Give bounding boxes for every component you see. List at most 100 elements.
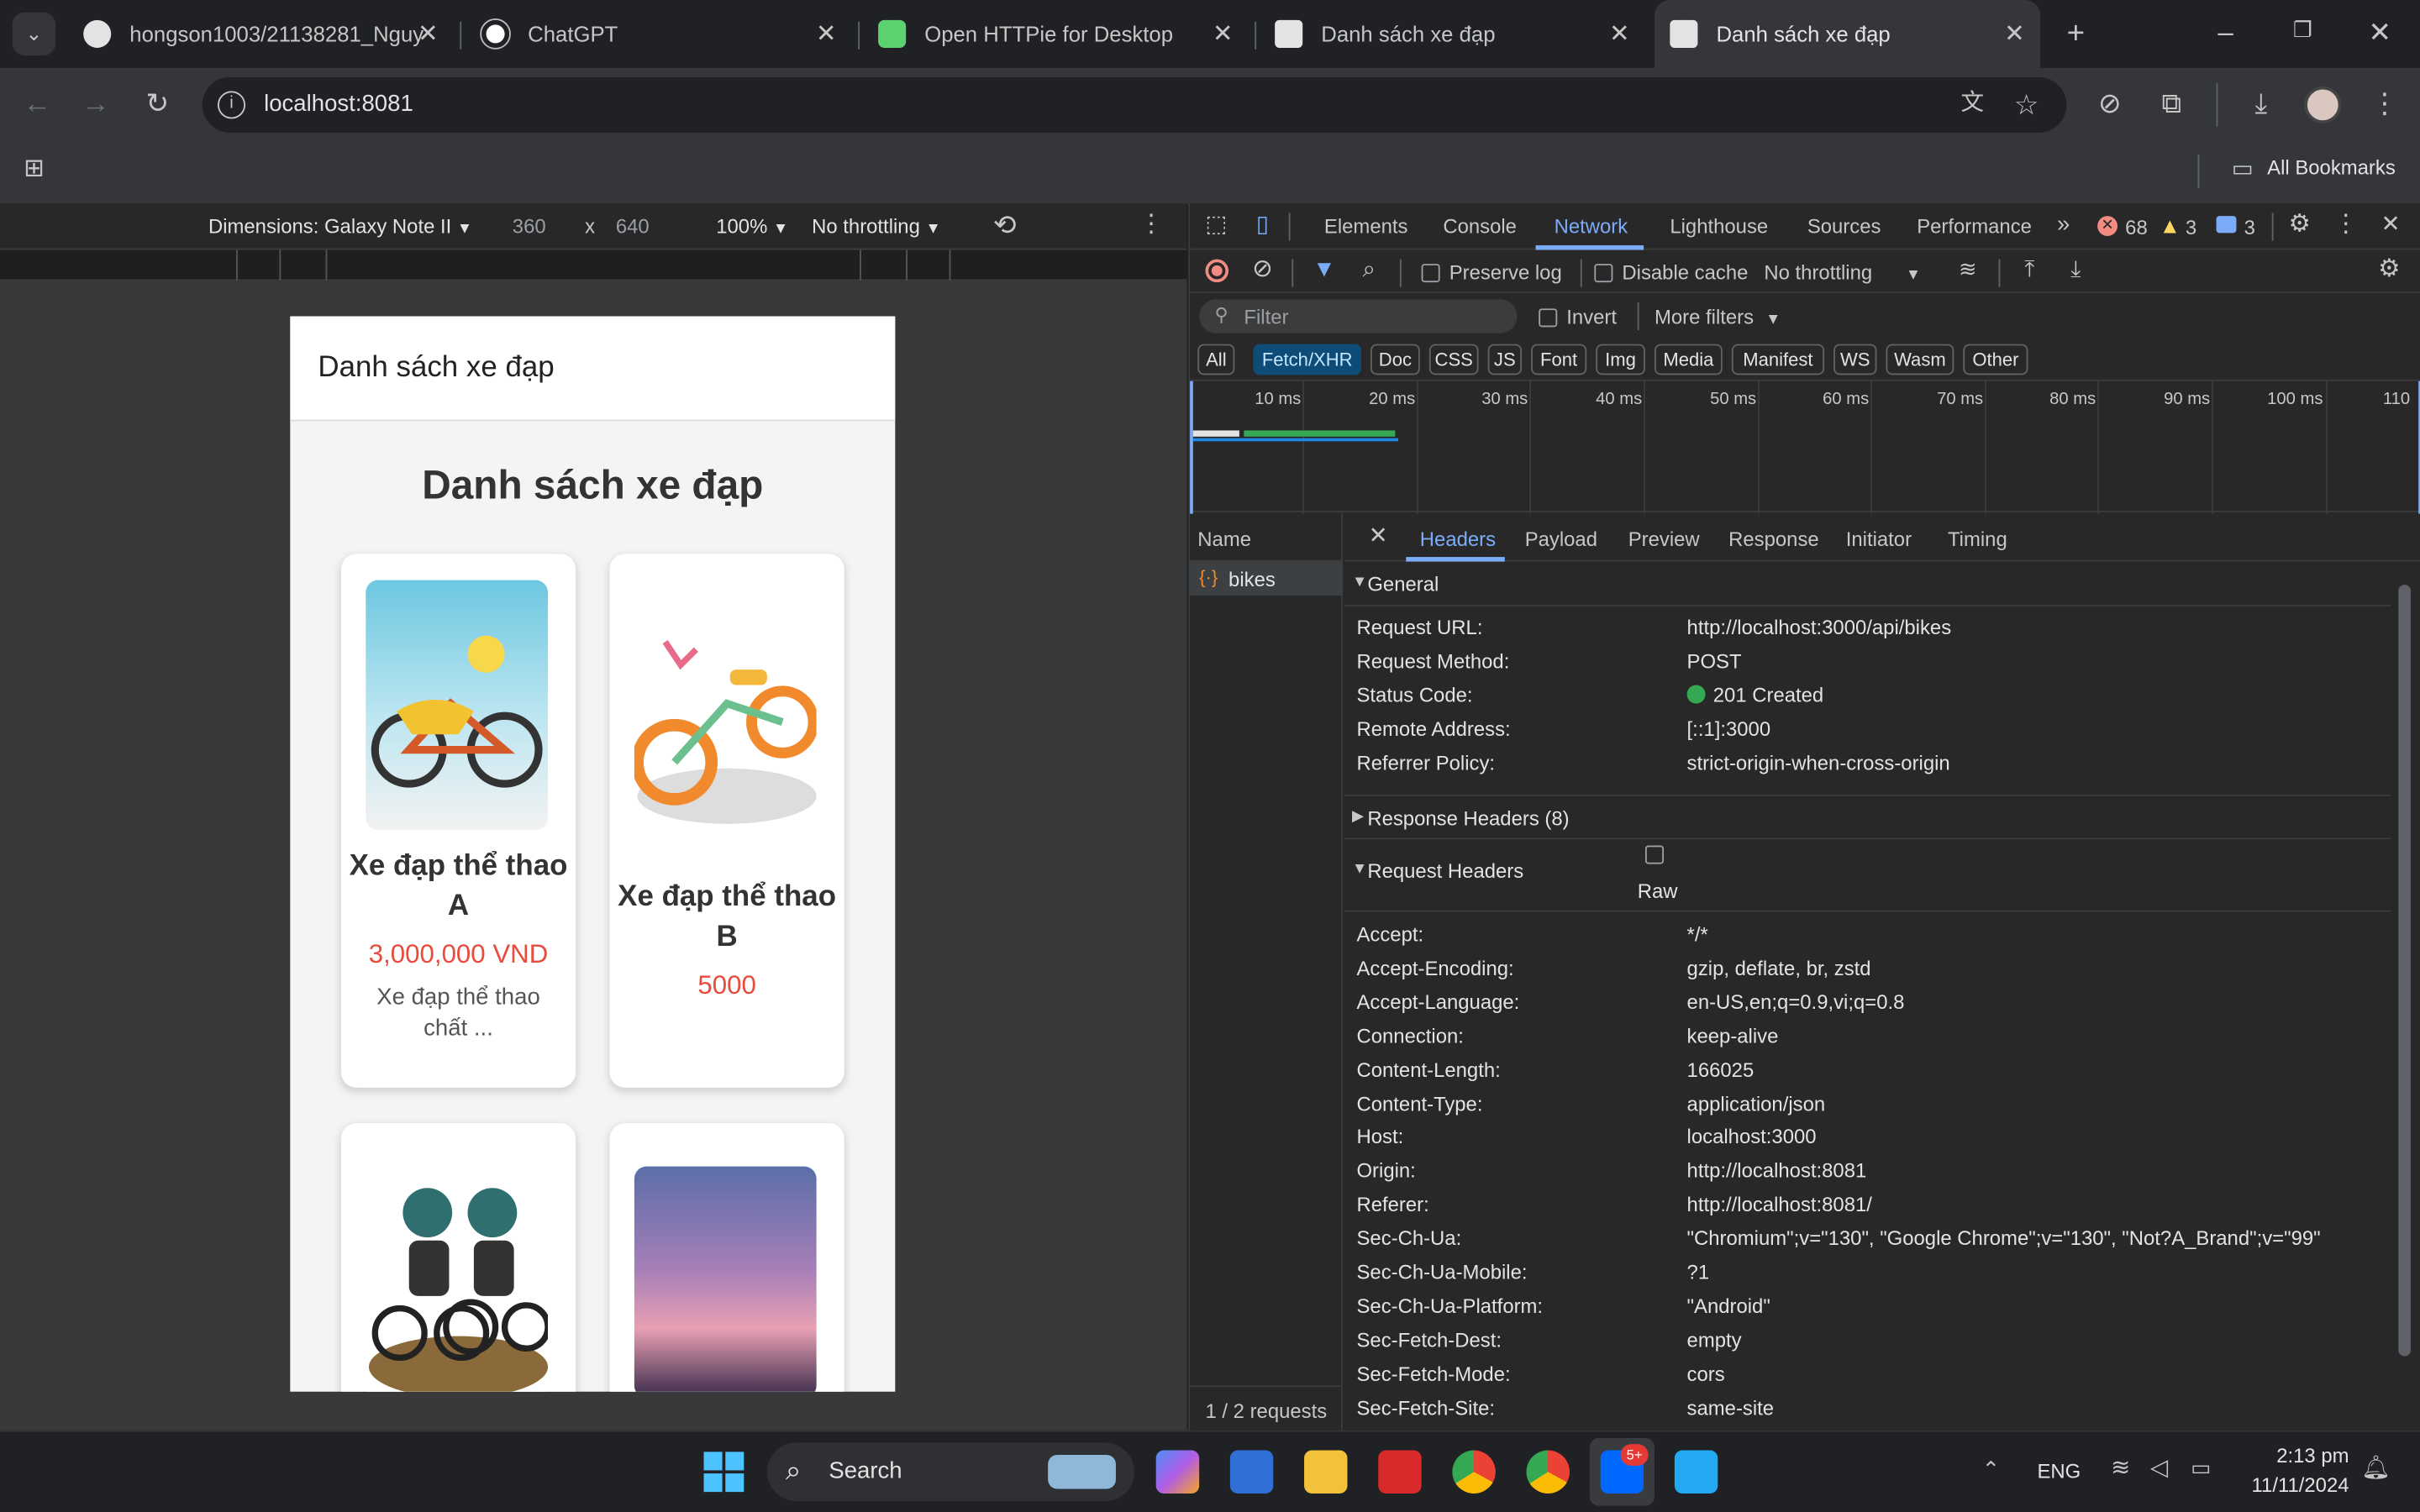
close-icon[interactable]: ✕ <box>2004 18 2025 50</box>
filter-icon[interactable]: ▼ <box>1312 258 1336 281</box>
device-toggle-icon[interactable]: ▯ <box>1249 213 1276 236</box>
forward-icon[interactable]: → <box>81 90 112 118</box>
tab-console[interactable]: Console <box>1443 214 1517 238</box>
wifi-icon[interactable]: ≋ <box>2107 1457 2134 1480</box>
response-headers-section[interactable]: ▶ Response Headers (8) <box>1344 794 2391 840</box>
avatar[interactable] <box>2304 86 2342 123</box>
filter-other[interactable]: Other <box>1963 344 2028 375</box>
detail-tab-response[interactable]: Response <box>1728 528 1819 551</box>
filter-wasm[interactable]: Wasm <box>1886 344 1954 375</box>
tab-elements[interactable]: Elements <box>1324 214 1408 238</box>
bike-card[interactable]: Xe đạp thể thao B 5000 <box>609 554 844 1088</box>
apps-grid-icon[interactable]: ⊞ <box>18 156 50 181</box>
filter-media[interactable]: Media <box>1654 344 1723 375</box>
rotate-icon[interactable]: ⟲ <box>989 212 1020 239</box>
detail-tab-initiator[interactable]: Initiator <box>1846 528 1912 551</box>
microsoft-store-icon[interactable] <box>1229 1450 1274 1494</box>
clock-date[interactable]: 11/11/2024 <box>2238 1473 2349 1497</box>
reload-icon[interactable]: ↻ <box>142 90 173 118</box>
notification-bell-icon[interactable]: 🔔︎ <box>2361 1457 2391 1480</box>
vscode-icon[interactable] <box>1674 1450 1718 1494</box>
preserve-log-checkbox[interactable]: Preserve log <box>1421 260 1562 284</box>
window-close-icon[interactable]: ✕ <box>2365 18 2396 46</box>
taskbar-search-box[interactable]: ⌕ Search <box>766 1442 1134 1502</box>
extensions-icon[interactable]: ⧉ <box>2156 90 2187 118</box>
wps-office-icon[interactable] <box>1378 1450 1422 1494</box>
tab-httpie[interactable]: Open HTTPie for Desktop ✕ <box>863 0 1249 68</box>
extension-compass-icon[interactable]: ⊘ <box>2094 90 2125 118</box>
tab-performance[interactable]: Performance <box>1917 214 2032 238</box>
language-indicator[interactable]: ENG <box>2037 1460 2081 1483</box>
tab-chatgpt[interactable]: ChatGPT ✕ <box>466 0 852 68</box>
filter-manifest[interactable]: Manifest <box>1731 344 1825 375</box>
invert-checkbox[interactable]: Invert <box>1539 306 1617 328</box>
more-options-icon[interactable]: ⋮ <box>1136 213 1167 237</box>
filter-css[interactable]: CSS <box>1428 344 1479 375</box>
new-tab-icon[interactable]: + <box>2060 18 2091 50</box>
tab-github[interactable]: hongson1003/21138281_Nguy ✕ <box>68 0 454 68</box>
filter-js[interactable]: JS <box>1487 344 1523 375</box>
filter-input[interactable]: ⚲ Filter <box>1199 299 1518 333</box>
general-section-header[interactable]: ▼ General <box>1344 563 2391 606</box>
network-throttling-select[interactable]: No throttling ▼ <box>1764 260 1921 284</box>
request-row[interactable]: {·} bikes <box>1190 561 1343 596</box>
url-text[interactable]: localhost:8081 <box>264 91 413 117</box>
inspect-element-icon[interactable]: ⬚ <box>1202 213 1230 236</box>
bookmark-star-icon[interactable]: ☆ <box>2011 91 2042 118</box>
more-filters-select[interactable]: More filters ▼ <box>1655 306 1781 329</box>
back-icon[interactable]: ← <box>22 90 53 118</box>
search-icon[interactable]: ⌕ <box>1356 258 1381 281</box>
bike-card[interactable] <box>609 1123 844 1392</box>
translate-icon[interactable]: 文 <box>1957 91 1988 114</box>
detail-tab-timing[interactable]: Timing <box>1948 528 2007 551</box>
all-bookmarks[interactable]: All Bookmarks <box>2267 156 2396 180</box>
more-tabs-icon[interactable]: » <box>2051 213 2075 236</box>
tab-search-icon[interactable]: ⌄ <box>12 12 56 56</box>
tab-bikes-active[interactable]: Danh sách xe đạp ✕ <box>1654 0 2041 68</box>
close-icon[interactable]: ✕ <box>418 18 439 50</box>
detail-tab-payload[interactable]: Payload <box>1525 528 1597 551</box>
filter-fetch-xhr[interactable]: Fetch/XHR <box>1253 344 1361 375</box>
chrome-icon[interactable] <box>1452 1450 1496 1494</box>
tab-lighthouse[interactable]: Lighthouse <box>1670 214 1768 238</box>
close-icon[interactable]: ✕ <box>1213 18 1234 50</box>
import-har-icon[interactable]: ⤒ <box>2018 258 2042 281</box>
chrome-profile-icon[interactable] <box>1526 1450 1570 1494</box>
windows-start-icon[interactable] <box>703 1452 744 1493</box>
filter-img[interactable]: Img <box>1596 344 1645 375</box>
address-bar[interactable]: i localhost:8081 文 ☆ <box>202 76 2067 133</box>
network-settings-icon[interactable]: ⚙ <box>2375 257 2403 282</box>
close-details-icon[interactable]: ✕ <box>1366 524 1391 548</box>
record-icon[interactable] <box>1205 259 1229 283</box>
copilot-icon[interactable] <box>1155 1450 1200 1494</box>
clear-icon[interactable]: ⊘ <box>1249 257 1276 282</box>
minimize-icon[interactable]: – <box>2210 18 2241 46</box>
timeline-overview[interactable]: 10 ms 20 ms 30 ms 40 ms 50 ms 60 ms 70 m… <box>1190 379 2420 514</box>
detail-tab-preview[interactable]: Preview <box>1628 528 1700 551</box>
tab-bikes-1[interactable]: Danh sách xe đạp ✕ <box>1260 0 1645 68</box>
tab-network[interactable]: Network <box>1555 214 1628 238</box>
filter-all[interactable]: All <box>1197 344 1235 375</box>
export-har-icon[interactable]: ⤓ <box>2064 258 2088 281</box>
error-count[interactable]: 68 <box>2125 216 2148 239</box>
zoom-select[interactable]: 100% ▼ <box>716 214 788 238</box>
detail-tab-headers[interactable]: Headers <box>1420 528 1496 551</box>
file-explorer-icon[interactable] <box>1304 1450 1348 1494</box>
throttling-select[interactable]: No throttling ▼ <box>812 214 941 238</box>
close-icon[interactable]: ✕ <box>816 18 837 50</box>
bike-card[interactable]: Xe đạp thể thao A 3,000,000 VND Xe đạp t… <box>340 554 576 1088</box>
site-info-icon[interactable]: i <box>217 91 246 119</box>
name-column-header[interactable]: Name <box>1197 528 1251 551</box>
info-count[interactable]: 3 <box>2244 216 2255 239</box>
restore-icon[interactable]: ❐ <box>2287 18 2318 40</box>
filter-ws[interactable]: WS <box>1833 344 1877 375</box>
scrollbar[interactable] <box>2393 563 2416 1431</box>
wifi-conditions-icon[interactable]: ≋ <box>1954 258 1981 280</box>
menu-dots-icon[interactable]: ⋮ <box>2369 90 2400 118</box>
close-devtools-icon[interactable]: ✕ <box>2378 213 2402 236</box>
battery-icon[interactable]: ▭ <box>2186 1457 2217 1478</box>
raw-checkbox[interactable] <box>1644 845 1664 864</box>
request-headers-section-header[interactable]: ▼ Request Headers Raw <box>1344 841 2391 912</box>
warning-count[interactable]: 3 <box>2186 216 2196 239</box>
width-input[interactable]: 360 <box>513 214 546 238</box>
